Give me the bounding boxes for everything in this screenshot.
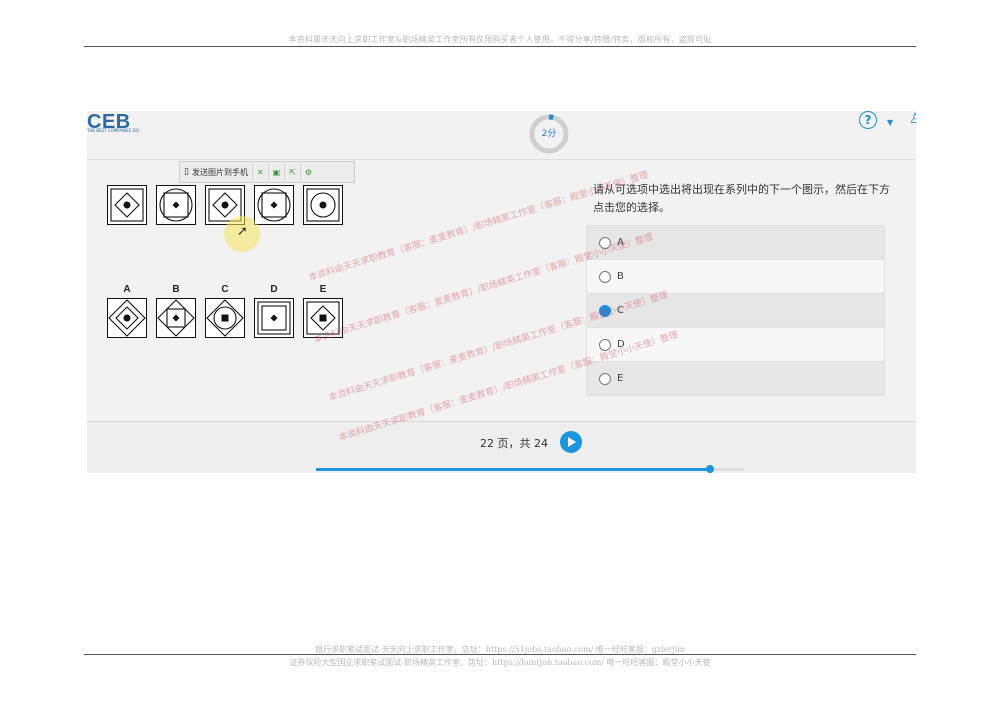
question-circle-icon[interactable]: ? <box>859 111 877 129</box>
sequence-figures <box>107 185 343 225</box>
option-figures <box>107 298 343 338</box>
test-screenshot: CEB THE BEST COMPANIES DO 2分 ? ▼ ♙ ▯ 发送图… <box>87 111 916 473</box>
option-figure-c <box>205 298 245 338</box>
user-icon[interactable]: ♙ <box>909 111 916 127</box>
progress-bar <box>316 465 744 473</box>
phone-icon: ▯ <box>184 167 189 177</box>
next-button[interactable] <box>560 431 582 453</box>
answer-label: B <box>617 271 624 282</box>
mouse-pointer-icon: ➚ <box>237 224 248 239</box>
send-to-phone-label: 发送图片到手机 <box>191 167 248 177</box>
settings-icon[interactable]: ⚙ <box>301 162 316 182</box>
sequence-figure-1 <box>107 185 147 225</box>
expand-icon[interactable]: ✕ <box>253 162 269 182</box>
logo-tagline: THE BEST COMPANIES DO <box>87 128 139 133</box>
option-figure-d <box>254 298 294 338</box>
option-label-a: A <box>123 284 131 295</box>
header-rule <box>84 46 916 47</box>
save-icon[interactable]: ▣ <box>269 162 286 182</box>
answer-label: E <box>617 373 624 384</box>
question-text: 请从可选项中选出将出现在系列中的下一个图示，然后在下方点击您的选择。 <box>593 183 890 214</box>
chevron-down-icon[interactable]: ▼ <box>887 118 893 127</box>
timer-label: 2分 <box>541 129 557 139</box>
send-to-phone-button[interactable]: ▯ 发送图片到手机 <box>180 162 253 182</box>
option-label-e: E <box>319 284 327 295</box>
footer-note-2: 证券保险大型国企求职笔试面试-职场精英工作室，店址：https://huntjo… <box>289 658 711 667</box>
sequence-figure-4 <box>254 185 294 225</box>
footer-rule <box>84 654 916 655</box>
answer-option-b[interactable]: B <box>586 260 885 294</box>
export-icon[interactable]: ⇱ <box>285 162 301 182</box>
sequence-figure-2 <box>156 185 196 225</box>
option-label-d: D <box>270 284 278 295</box>
sequence-figure-5 <box>303 185 343 225</box>
top-bar: CEB THE BEST COMPANIES DO 2分 ? ▼ ♙ <box>87 111 916 160</box>
page-indicator: 22 页，共 24 <box>480 437 548 450</box>
document-header-note: 本资料属天天向上求职工作室&职场精英工作室所有仅限购买者个人使用。不得分享/转赠… <box>288 35 712 44</box>
radio-icon[interactable] <box>599 372 611 385</box>
progress-fill <box>316 468 710 471</box>
radio-icon[interactable] <box>599 270 611 283</box>
option-figure-a <box>107 298 147 338</box>
bottom-bar: 22 页，共 24 <box>87 421 916 473</box>
option-label-c: C <box>221 284 229 295</box>
progress-knob <box>705 465 714 473</box>
answer-option-e[interactable]: E <box>586 362 885 396</box>
option-label-b: B <box>172 284 180 295</box>
image-toolbar: ▯ 发送图片到手机 ✕ ▣ ⇱ ⚙ <box>179 161 355 183</box>
option-figure-b <box>156 298 196 338</box>
